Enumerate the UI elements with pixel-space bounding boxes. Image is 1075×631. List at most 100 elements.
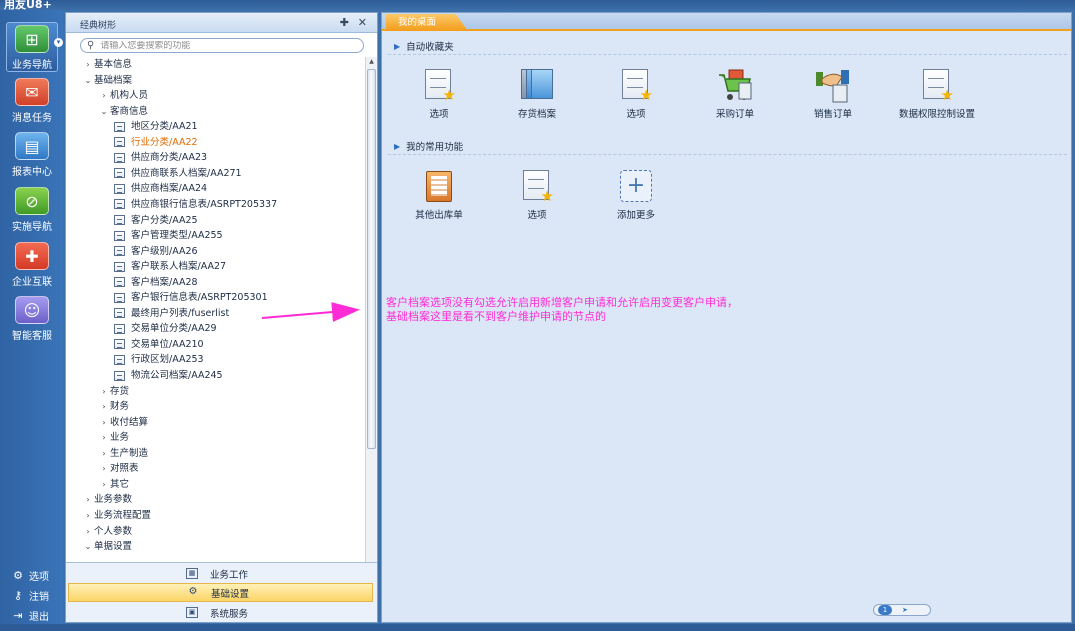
tree-folder[interactable]: ⌄ 基础档案	[82, 73, 132, 88]
tree-leaf[interactable]: 供应商银行信息表/ASRPT205337	[114, 197, 277, 212]
tree-leaf[interactable]: 交易单位分类/AA29	[114, 321, 217, 336]
tree-folder[interactable]: › 基本信息	[82, 57, 132, 72]
chat-icon: ☺	[15, 296, 49, 324]
tree-folder[interactable]: ⌄ 客商信息	[98, 104, 148, 119]
page-button[interactable]: 1	[878, 605, 892, 615]
chevron-right-icon[interactable]: ›	[98, 88, 110, 103]
tree-leaf[interactable]: 供应商联系人档案/AA271	[114, 166, 242, 181]
handshake-icon	[815, 69, 851, 103]
nav-business[interactable]: ⊞ 业务导航	[6, 22, 58, 72]
chevron-down-icon[interactable]: ⌄	[98, 104, 110, 119]
tree-node-label: 其它	[110, 478, 130, 490]
chevron-right-icon[interactable]: ›	[98, 399, 110, 414]
scroll-up-icon[interactable]: ▲	[366, 57, 377, 67]
tree-folder[interactable]: › 机构人员	[98, 88, 148, 103]
chevron-right-icon[interactable]: ›	[82, 524, 94, 539]
chevron-right-icon[interactable]: ›	[98, 430, 110, 445]
favorite-tile[interactable]: ★ 选项	[394, 69, 484, 120]
tree-leaf[interactable]: 地区分类/AA21	[114, 119, 198, 134]
tree-folder[interactable]: › 个人参数	[82, 524, 132, 539]
tree-folder[interactable]: › 对照表	[98, 461, 138, 476]
chevron-down-icon[interactable]: ▾	[54, 38, 63, 47]
favorite-tile[interactable]: 采购订单	[690, 69, 780, 120]
chevron-right-icon[interactable]: ›	[98, 477, 110, 492]
nav-report[interactable]: ▤ 报表中心	[6, 130, 58, 180]
tab-basic-settings[interactable]: ⚙ 基础设置	[68, 583, 373, 602]
tree-folder[interactable]: › 收付结算	[98, 415, 148, 430]
tree-leaf[interactable]: 客户档案/AA28	[114, 275, 198, 290]
section-common[interactable]: ▶ 我的常用功能	[394, 139, 463, 154]
tree-node-label: 物流公司档案/AA245	[131, 370, 223, 381]
chevron-down-icon[interactable]: ⌄	[82, 539, 94, 554]
favorite-tile[interactable]: 存货档案	[492, 69, 582, 120]
tree-leaf[interactable]: 行业分类/AA22	[114, 135, 198, 150]
chevron-right-icon[interactable]: ›	[98, 446, 110, 461]
tree-leaf[interactable]: 最终用户列表/fuserlist	[114, 306, 229, 321]
logout-label: 注销	[29, 592, 49, 603]
tree-folder[interactable]: › 存货	[98, 384, 129, 399]
tree-leaf[interactable]: 物流公司档案/AA245	[114, 368, 223, 383]
books-icon	[519, 69, 555, 103]
chevron-right-icon[interactable]: ›	[82, 492, 94, 507]
tree-leaf[interactable]: 客户管理类型/AA255	[114, 228, 223, 243]
section-favorites[interactable]: ▶ 自动收藏夹	[394, 39, 454, 54]
chevron-right-icon[interactable]: ›	[98, 384, 110, 399]
triangle-right-icon: ▶	[394, 41, 401, 51]
add-more-tile[interactable]: + 添加更多	[591, 170, 681, 221]
tree-folder[interactable]: › 业务流程配置	[82, 508, 151, 523]
tree-folder[interactable]: ⌄ 单据设置	[82, 539, 132, 554]
close-icon[interactable]: ✕	[358, 16, 367, 29]
tab-business-work[interactable]: ▦ 业务工作	[68, 564, 373, 583]
document-icon	[114, 199, 125, 210]
tree-leaf[interactable]: 交易单位/AA210	[114, 337, 204, 352]
doc-star-icon: ★	[421, 69, 457, 103]
tree-leaf[interactable]: 客户分类/AA25	[114, 213, 198, 228]
tree-folder[interactable]: › 其它	[98, 477, 129, 492]
tree-folder[interactable]: › 业务	[98, 430, 129, 445]
tree-folder[interactable]: › 业务参数	[82, 492, 132, 507]
search-icon[interactable]: ⚲	[87, 40, 94, 51]
scroll-thumb[interactable]	[367, 69, 376, 449]
logout-button[interactable]: ⚷ 注销	[12, 588, 49, 603]
tree-leaf[interactable]: 供应商档案/AA24	[114, 181, 207, 196]
nav-service[interactable]: ☺ 智能客服	[6, 294, 58, 344]
chevron-right-icon[interactable]: ›	[98, 461, 110, 476]
nav-implement[interactable]: ⊘ 实施导航	[6, 185, 58, 235]
favorite-tile[interactable]: ★ 选项	[591, 69, 681, 120]
tree-folder[interactable]: › 生产制造	[98, 446, 148, 461]
chevron-right-icon[interactable]: ›	[82, 508, 94, 523]
nav-connect[interactable]: ✚ 企业互联	[6, 240, 58, 290]
pin-icon[interactable]: ✚	[340, 16, 349, 29]
tree-node-label: 最终用户列表/fuserlist	[131, 307, 230, 319]
tree-node-label: 行业分类/AA22	[131, 136, 198, 148]
tree-node-label: 客户分类/AA25	[131, 214, 198, 226]
search-input[interactable]	[100, 40, 341, 51]
tree-node-label: 单据设置	[94, 541, 133, 553]
tab-my-desktop[interactable]: 我的桌面	[386, 14, 468, 31]
nav-message[interactable]: ✉ 消息任务	[6, 76, 58, 126]
tree-leaf[interactable]: 客户银行信息表/ASRPT205301	[114, 290, 268, 305]
tree-folder[interactable]: › 财务	[98, 399, 129, 414]
chevron-right-icon[interactable]: ›	[98, 415, 110, 430]
tree-leaf[interactable]: 供应商分类/AA23	[114, 150, 207, 165]
tree-node-label: 客户级别/AA26	[131, 245, 198, 257]
tree-node-label: 交易单位/AA210	[131, 338, 204, 350]
common-tile[interactable]: 其他出库单	[394, 170, 484, 221]
gear-icon: ⚙	[13, 569, 23, 582]
tree-leaf[interactable]: 客户级别/AA26	[114, 244, 198, 259]
favorite-tile[interactable]: 销售订单	[788, 69, 878, 120]
options-button[interactable]: ⚙ 选项	[12, 568, 49, 583]
doc-star-icon: ★	[919, 69, 955, 103]
tree-leaf[interactable]: 行政区划/AA253	[114, 352, 204, 367]
chevron-right-icon[interactable]: ›	[82, 57, 94, 72]
tree-scrollbar[interactable]: ▲ ▼	[365, 57, 377, 570]
page-next-icon[interactable]: ➤	[902, 606, 908, 614]
tab-system-service[interactable]: ▣ 系统服务	[68, 603, 373, 622]
chevron-down-icon[interactable]: ⌄	[82, 73, 94, 88]
favorite-tile[interactable]: ★ 数据权限控制设置	[887, 69, 987, 120]
tree-node-label: 存货	[110, 385, 130, 397]
status-bar	[0, 624, 1075, 631]
tree-leaf[interactable]: 客户联系人档案/AA27	[114, 259, 226, 274]
exit-button[interactable]: ⇥ 退出	[12, 608, 49, 623]
common-tile[interactable]: ★ 选项	[492, 170, 582, 221]
